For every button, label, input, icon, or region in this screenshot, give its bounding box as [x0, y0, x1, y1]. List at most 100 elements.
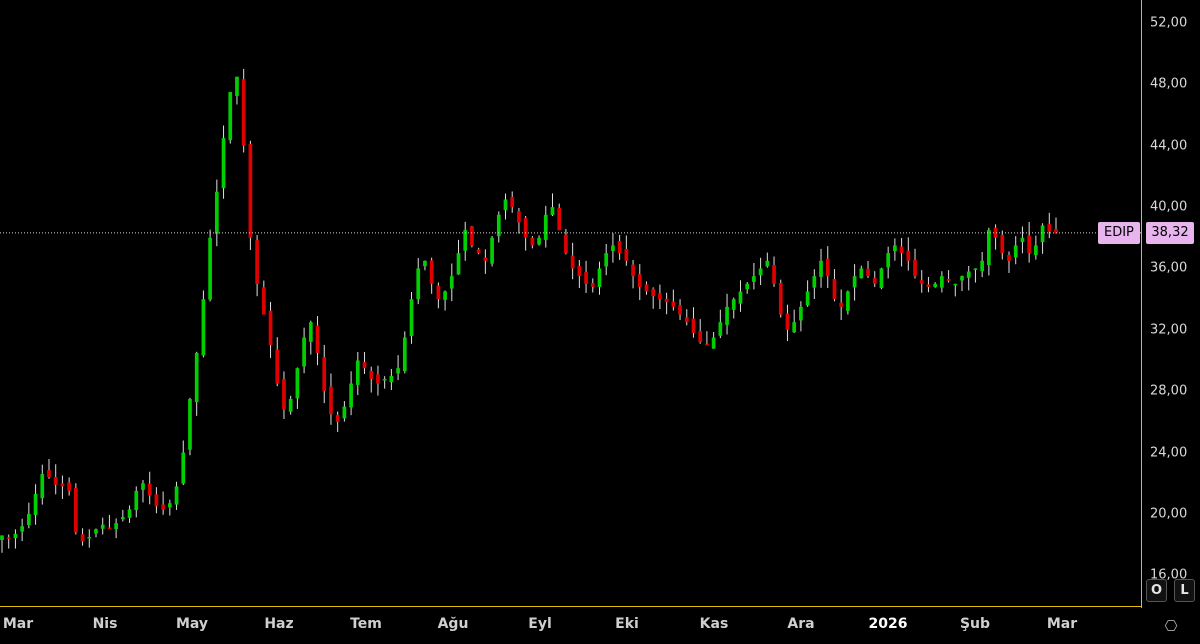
- candle-body-down: [470, 226, 474, 246]
- candle: [1007, 251, 1011, 273]
- candle-body-up: [597, 268, 602, 287]
- candle-body-up: [859, 268, 864, 279]
- x-tick-label: Tem: [350, 616, 382, 632]
- candle-body-down: [658, 293, 662, 300]
- candle: [570, 242, 575, 280]
- candle-body-up: [973, 268, 978, 270]
- candle-body-up: [416, 268, 421, 300]
- candle-body-down: [919, 280, 924, 284]
- candle: [1027, 221, 1031, 263]
- candle-body-down: [510, 196, 515, 208]
- candle-body-up: [725, 306, 729, 325]
- candle: [80, 528, 85, 546]
- x-tick-label: Şub: [959, 616, 991, 632]
- candle: [987, 227, 991, 276]
- candle-body-up: [752, 276, 756, 282]
- candle: [946, 270, 951, 283]
- x-tick-label: 2026: [868, 616, 908, 632]
- candle-body-up: [402, 337, 407, 372]
- candle: [933, 282, 938, 288]
- candle-body-up: [953, 283, 958, 286]
- candle-body-down: [282, 379, 286, 410]
- candle: [483, 249, 488, 274]
- candle-body-down: [436, 285, 441, 300]
- candle-body-up: [886, 253, 891, 268]
- candle: [624, 235, 629, 266]
- candle: [1054, 217, 1058, 234]
- candle-body-up: [543, 214, 548, 240]
- candlestick-plot[interactable]: [0, 0, 1141, 606]
- candle: [705, 331, 709, 346]
- candle-body-up: [409, 299, 414, 337]
- candle-body-up: [0, 535, 4, 541]
- candle: [376, 365, 380, 396]
- candle-body-up: [174, 486, 179, 505]
- candle-body-up: [188, 398, 192, 450]
- candle-body-up: [960, 276, 964, 281]
- candle-body-up: [604, 253, 609, 267]
- candle-body-down: [376, 374, 380, 384]
- x-tick-label: Ara: [787, 616, 815, 632]
- candle-body-up: [355, 360, 360, 385]
- candle-body-up: [1034, 245, 1038, 256]
- candle: [859, 265, 864, 279]
- candle: [866, 261, 870, 279]
- candle: [631, 259, 635, 289]
- y-axis-line: [1141, 0, 1142, 608]
- candle-body-up: [33, 494, 38, 516]
- x-tick-label: May: [175, 616, 209, 632]
- candle-body-up: [758, 268, 763, 276]
- candle-body-down: [517, 211, 521, 223]
- candle: [302, 327, 306, 374]
- candle-body-down: [530, 237, 535, 246]
- candle-body-down: [1054, 228, 1058, 233]
- candle-body-down: [107, 527, 112, 530]
- candle: [449, 263, 454, 302]
- candle: [772, 256, 776, 287]
- candle: [698, 319, 703, 344]
- x-axis-line: [0, 606, 1141, 607]
- candle-body-down: [1007, 254, 1011, 261]
- y-tick-label: 48,00: [1150, 76, 1188, 92]
- candle-body-up: [13, 533, 18, 539]
- candle-body-down: [523, 218, 528, 238]
- candle-body-up: [940, 276, 944, 288]
- candle: [597, 261, 602, 295]
- candle-body-up: [792, 322, 797, 333]
- candle: [799, 301, 803, 332]
- candle: [590, 278, 595, 293]
- candle-body-up: [1040, 225, 1045, 243]
- candle: [852, 264, 857, 301]
- candle: [342, 401, 347, 422]
- x-tick-label: Kas: [699, 616, 729, 632]
- candle-body-down: [678, 305, 682, 315]
- candle: [60, 475, 65, 499]
- candle-body-up: [214, 191, 219, 234]
- candle-body-down: [483, 257, 488, 261]
- candle: [812, 269, 817, 299]
- candle-body-down: [161, 504, 165, 510]
- y-tick-label: 36,00: [1150, 260, 1188, 276]
- x-tick-label: Eki: [615, 616, 639, 632]
- candle: [322, 344, 327, 404]
- candle: [980, 251, 984, 278]
- candle-body-down: [1047, 224, 1052, 232]
- log-scale-toggle-button[interactable]: L: [1174, 579, 1195, 602]
- candle-body-down: [906, 250, 911, 261]
- candle: [517, 207, 521, 234]
- candle-body-up: [449, 276, 454, 289]
- candle: [872, 271, 877, 287]
- candle: [456, 239, 461, 275]
- candle-body-down: [1027, 235, 1031, 254]
- candle-body-up: [100, 524, 105, 529]
- candle-body-up: [966, 271, 971, 278]
- candle: [6, 534, 11, 549]
- candle-body-up: [731, 299, 736, 310]
- candle: [550, 193, 555, 217]
- candle: [114, 518, 118, 539]
- candle: [295, 367, 300, 409]
- ohlc-toggle-button[interactable]: O: [1146, 579, 1167, 602]
- candle: [765, 252, 770, 268]
- settings-icon[interactable]: ⎔: [1160, 616, 1182, 636]
- candle-body-down: [1000, 234, 1005, 254]
